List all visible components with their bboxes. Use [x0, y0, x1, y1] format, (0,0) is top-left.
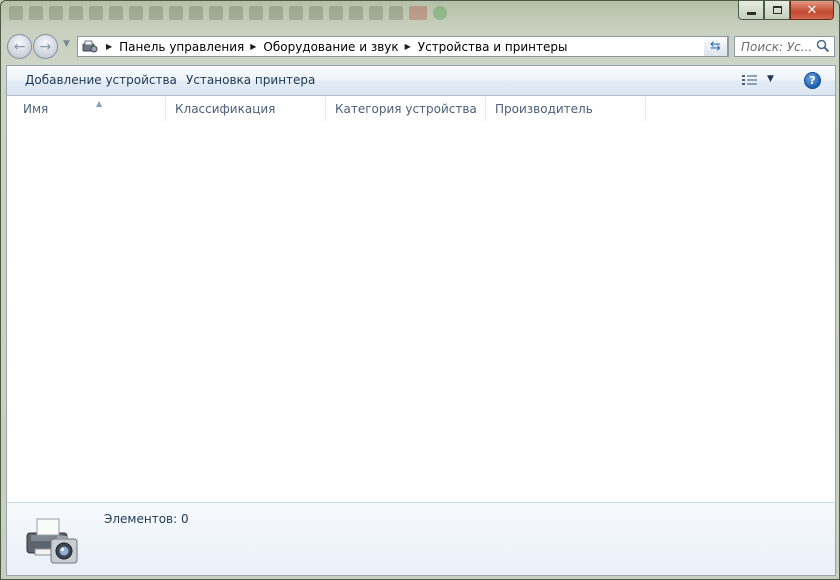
forward-button[interactable]: →	[33, 34, 58, 59]
taskbar-ghost-icons	[9, 3, 447, 23]
devices-printers-icon	[80, 37, 100, 56]
arrow-right-icon: →	[39, 38, 52, 55]
view-options-dropdown[interactable]: ▼	[767, 74, 774, 84]
column-header-classification[interactable]: Классификация	[166, 97, 326, 121]
close-button[interactable]: ✕	[790, 1, 834, 20]
window-frame: ✕ ← → ▼ ▶ Панель управления ▶ Оборудован…	[0, 0, 840, 580]
ghost-icon	[409, 6, 427, 20]
navigation-row: ← → ▼ ▶ Панель управления ▶ Оборудование…	[7, 34, 835, 60]
column-header-device-category[interactable]: Категория устройства	[326, 97, 486, 121]
ghost-icon	[329, 6, 343, 20]
chevron-right-icon[interactable]: ▶	[250, 42, 256, 51]
column-header-label: Производитель	[495, 102, 593, 116]
column-header-label: Классификация	[175, 102, 276, 116]
chevron-right-icon[interactable]: ▶	[405, 42, 411, 51]
ghost-icon	[309, 6, 323, 20]
printer-camera-icon	[26, 518, 78, 564]
ghost-icon	[229, 6, 243, 20]
ghost-icon	[9, 6, 23, 20]
column-headers: ▲ Имя Классификация Категория устройства…	[7, 97, 835, 121]
maximize-button[interactable]	[764, 1, 790, 20]
close-icon: ✕	[806, 2, 818, 18]
items-count-label: Элементов: 0	[104, 512, 189, 526]
search-input[interactable]	[741, 39, 813, 54]
column-header-label: Категория устройства	[335, 102, 477, 116]
breadcrumb-devices-printers[interactable]: Устройства и принтеры	[418, 40, 568, 54]
minimize-button[interactable]	[738, 1, 764, 20]
ghost-icon	[389, 6, 403, 20]
ghost-icon	[349, 6, 363, 20]
ghost-icon	[269, 6, 283, 20]
recent-pages-dropdown[interactable]: ▼	[63, 39, 70, 49]
back-button[interactable]: ←	[7, 34, 32, 59]
refresh-icon: ⇆	[710, 39, 721, 54]
ghost-icon	[189, 6, 203, 20]
ghost-icon	[209, 6, 223, 20]
sort-ascending-icon: ▲	[96, 99, 103, 108]
help-icon: ?	[809, 74, 816, 87]
ghost-icon	[49, 6, 63, 20]
arrow-left-icon: ←	[13, 38, 26, 55]
content-area: Добавление устройства Установка принтера…	[6, 65, 836, 576]
ghost-icon	[89, 6, 103, 20]
add-printer-button[interactable]: Установка принтера	[182, 66, 319, 95]
refresh-button[interactable]: ⇆	[704, 36, 728, 57]
ghost-icon	[169, 6, 183, 20]
minimize-icon	[746, 11, 756, 15]
command-bar: Добавление устройства Установка принтера…	[7, 66, 835, 96]
search-box[interactable]	[734, 36, 835, 57]
help-button[interactable]: ?	[804, 72, 821, 89]
ghost-icon	[433, 6, 447, 20]
ghost-icon	[149, 6, 163, 20]
add-device-button[interactable]: Добавление устройства	[21, 66, 181, 95]
ghost-icon	[69, 6, 83, 20]
breadcrumb-control-panel[interactable]: Панель управления	[119, 40, 244, 54]
ghost-icon	[249, 6, 263, 20]
view-options-icon[interactable]	[741, 72, 759, 89]
caption-buttons: ✕	[738, 1, 834, 20]
ghost-icon	[289, 6, 303, 20]
chevron-right-icon[interactable]: ▶	[106, 42, 112, 51]
ghost-icon	[29, 6, 43, 20]
search-icon	[816, 39, 830, 53]
ghost-icon	[109, 6, 123, 20]
ghost-icon	[369, 6, 383, 20]
column-header-name[interactable]: ▲ Имя	[14, 97, 166, 121]
breadcrumb-hardware-sound[interactable]: Оборудование и звук	[263, 40, 398, 54]
ghost-icon	[129, 6, 143, 20]
breadcrumb: ▶ Панель управления ▶ Оборудование и зву…	[100, 40, 567, 54]
column-header-manufacturer[interactable]: Производитель	[486, 97, 646, 121]
column-header-label: Имя	[23, 102, 49, 116]
maximize-icon	[772, 6, 782, 14]
address-bar[interactable]: ▶ Панель управления ▶ Оборудование и зву…	[77, 36, 729, 57]
details-pane: Элементов: 0	[7, 502, 835, 575]
